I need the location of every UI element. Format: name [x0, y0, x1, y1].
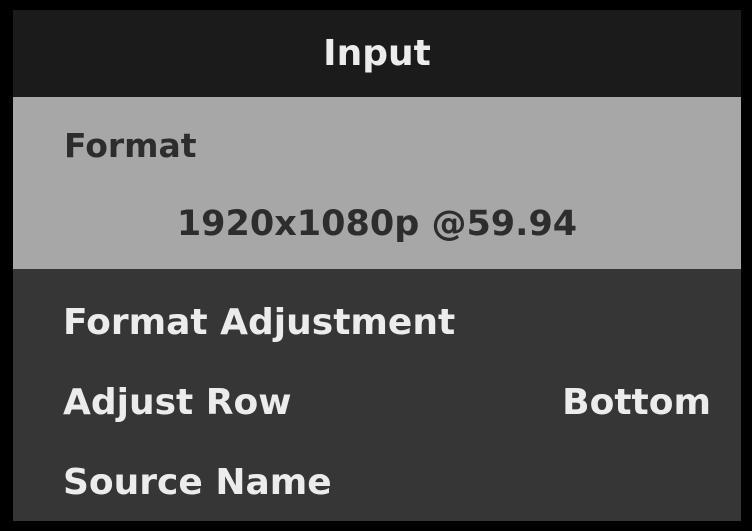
menu-item-format-label: Format [64, 126, 197, 165]
menu-item-format-value: 1920x1080p @59.94 [176, 204, 578, 244]
menu-item-adjust-row[interactable]: Adjust Row Bottom [13, 363, 741, 443]
menu-item-source-name-label: Source Name [63, 462, 332, 503]
menu-item-format-adjustment-label: Format Adjustment [63, 302, 456, 343]
menu-title: Input [13, 10, 741, 97]
menu-item-format[interactable]: Format 1920x1080p @59.94 [13, 97, 741, 269]
menu-item-adjust-row-label: Adjust Row [63, 382, 292, 423]
input-menu-panel: Input Format 1920x1080p @59.94 Format Ad… [13, 10, 741, 521]
osd-frame: Input Format 1920x1080p @59.94 Format Ad… [0, 0, 752, 531]
menu-item-format-adjustment[interactable]: Format Adjustment [13, 283, 741, 363]
menu-item-adjust-row-value: Bottom [562, 382, 711, 423]
menu-item-source-name[interactable]: Source Name [13, 443, 741, 523]
